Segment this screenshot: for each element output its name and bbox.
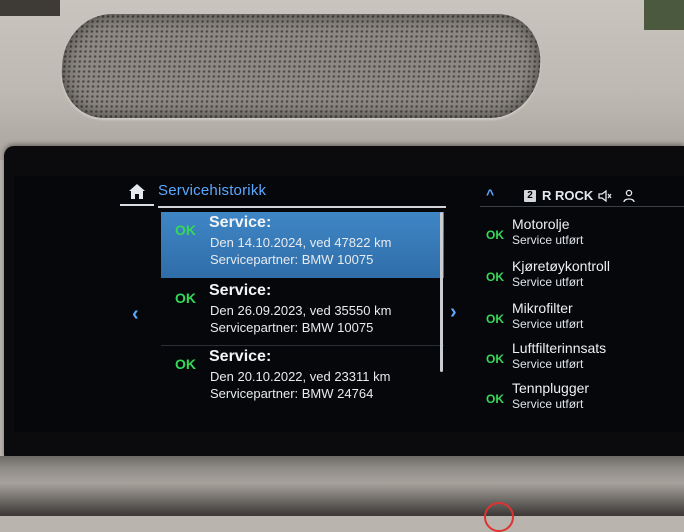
control-knob (484, 502, 514, 532)
check-name: Motorolje (512, 216, 570, 232)
radio-preset-badge: 2 (524, 190, 536, 202)
status-divider (480, 206, 684, 207)
check-item[interactable]: OK Luftfilterinnsats Service utført (486, 340, 684, 378)
service-entry[interactable]: OK Service: Den 14.10.2024, ved 47822 km… (161, 212, 444, 278)
check-item[interactable]: OK Mikrofilter Service utført (486, 300, 684, 338)
status-ok-label: OK (486, 228, 504, 242)
status-ok-label: OK (175, 290, 196, 306)
entry-heading: Service: (209, 348, 272, 365)
entry-date-mileage: Den 26.09.2023, ved 35550 km (210, 303, 392, 318)
chevron-up-icon[interactable]: ^ (486, 186, 494, 202)
status-ok-label: OK (486, 352, 504, 366)
status-ok-label: OK (175, 356, 196, 372)
list-scrollbar[interactable] (440, 212, 443, 372)
status-bar: ^ 2 R ROCK (486, 186, 684, 208)
home-icon[interactable] (128, 183, 146, 201)
status-ok-label: OK (486, 270, 504, 284)
service-history-list: OK Service: Den 14.10.2024, ved 47822 km… (161, 212, 444, 426)
next-page-button[interactable]: › (450, 302, 466, 322)
service-entry[interactable]: OK Service: Den 20.10.2022, ved 23311 km… (161, 346, 444, 412)
previous-page-button[interactable]: ‹ (132, 304, 148, 324)
page-title: Servicehistorikk (158, 182, 267, 199)
service-entry[interactable]: OK Service: Den 26.09.2023, ved 35550 km… (161, 280, 444, 346)
dashboard-trim (644, 0, 684, 30)
check-name: Luftfilterinnsats (512, 340, 607, 356)
check-item[interactable]: OK Tennplugger Service utført (486, 380, 684, 418)
entry-heading: Service: (209, 282, 272, 299)
radio-station-name[interactable]: R ROCK (542, 188, 593, 203)
status-ok-label: OK (486, 392, 504, 406)
infotainment-screen: Servicehistorikk ‹ › OK Service: Den 14.… (14, 176, 684, 432)
status-ok-label: OK (175, 222, 196, 238)
service-checks-list: OK Motorolje Service utført OK Kjøretøyk… (486, 216, 684, 432)
person-icon[interactable] (622, 189, 636, 203)
check-state: Service utført (512, 397, 584, 411)
dashboard-trim (0, 0, 60, 16)
home-tab-indicator (120, 204, 154, 206)
check-name: Mikrofilter (512, 300, 573, 316)
check-name: Kjøretøykontroll (512, 258, 611, 274)
check-state: Service utført (512, 357, 584, 371)
check-item[interactable]: OK Kjøretøykontroll Service utført (486, 258, 684, 296)
dashboard-bottom (0, 456, 684, 516)
entry-heading: Service: (209, 214, 272, 231)
check-state: Service utført (512, 317, 584, 331)
entry-service-partner: Servicepartner: BMW 10075 (210, 320, 374, 335)
entry-service-partner: Servicepartner: BMW 10075 (210, 252, 374, 267)
title-divider (158, 206, 446, 208)
check-name: Tennplugger (512, 380, 590, 396)
status-ok-label: OK (486, 312, 504, 326)
entry-date-mileage: Den 20.10.2022, ved 23311 km (210, 369, 391, 384)
speaker-mute-icon[interactable] (598, 189, 612, 203)
entry-service-partner: Servicepartner: BMW 24764 (210, 386, 374, 401)
check-state: Service utført (512, 233, 584, 247)
check-state: Service utført (512, 275, 584, 289)
dashboard-top (0, 0, 684, 160)
check-item[interactable]: OK Motorolje Service utført (486, 216, 684, 254)
speaker-grille (58, 14, 544, 118)
entry-date-mileage: Den 14.10.2024, ved 47822 km (210, 235, 392, 250)
